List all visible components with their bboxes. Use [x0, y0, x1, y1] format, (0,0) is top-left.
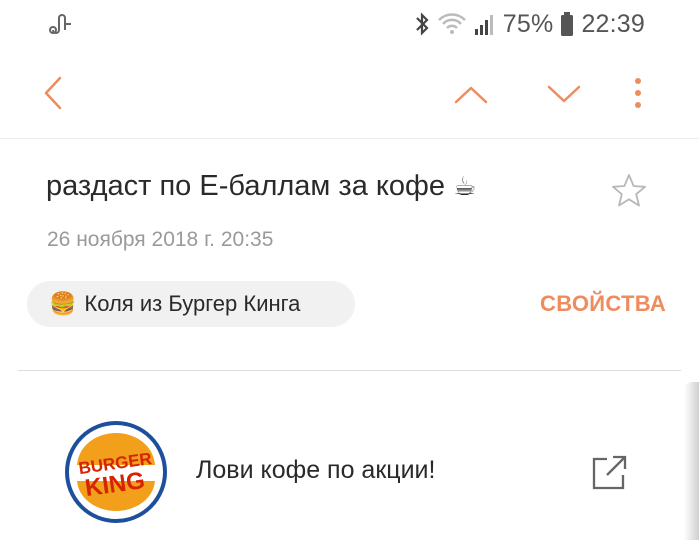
message-toolbar — [0, 60, 699, 130]
sender-chip[interactable]: 🍔 Коля из Бургер Кинга — [27, 281, 355, 327]
toolbar-divider — [0, 138, 699, 139]
bluetooth-icon — [416, 12, 429, 36]
edge-shadow — [684, 382, 699, 540]
status-time: 22:39 — [581, 9, 645, 38]
subject-text: раздаст по Е-баллам за кофе — [46, 170, 446, 202]
back-arrow-icon — [44, 76, 62, 110]
burger-emoji: 🍔 — [49, 291, 77, 316]
chevron-down-icon — [547, 85, 581, 103]
message-body-text: Лови кофе по акции! — [196, 456, 436, 484]
back-button[interactable] — [30, 70, 76, 116]
more-options-button[interactable] — [620, 70, 656, 116]
next-message-button[interactable] — [541, 74, 587, 114]
star-icon[interactable] — [610, 172, 648, 210]
status-icons: 75% 22:39 — [414, 8, 645, 40]
previous-message-button[interactable] — [448, 74, 494, 114]
header-divider — [18, 370, 681, 371]
battery-percent: 75% — [502, 9, 554, 38]
coffee-emoji: ☕ — [453, 171, 477, 201]
signal-icon — [474, 15, 493, 35]
link-icon — [49, 14, 71, 34]
burger-king-logo: BURGER KING — [65, 421, 167, 523]
battery-icon — [561, 12, 574, 36]
message-subject: раздаст по Е-баллам за кофе ☕ — [46, 170, 476, 203]
status-bar: 75% 22:39 — [0, 0, 699, 50]
message-date: 26 ноября 2018 г. 20:35 — [47, 228, 274, 251]
chevron-up-icon — [454, 86, 488, 104]
open-external-icon[interactable] — [589, 453, 629, 493]
wifi-icon — [437, 13, 466, 34]
properties-button[interactable]: СВОЙСТВА — [540, 291, 666, 317]
more-vertical-icon — [635, 78, 641, 108]
sender-name: Коля из Бургер Кинга — [84, 291, 301, 316]
